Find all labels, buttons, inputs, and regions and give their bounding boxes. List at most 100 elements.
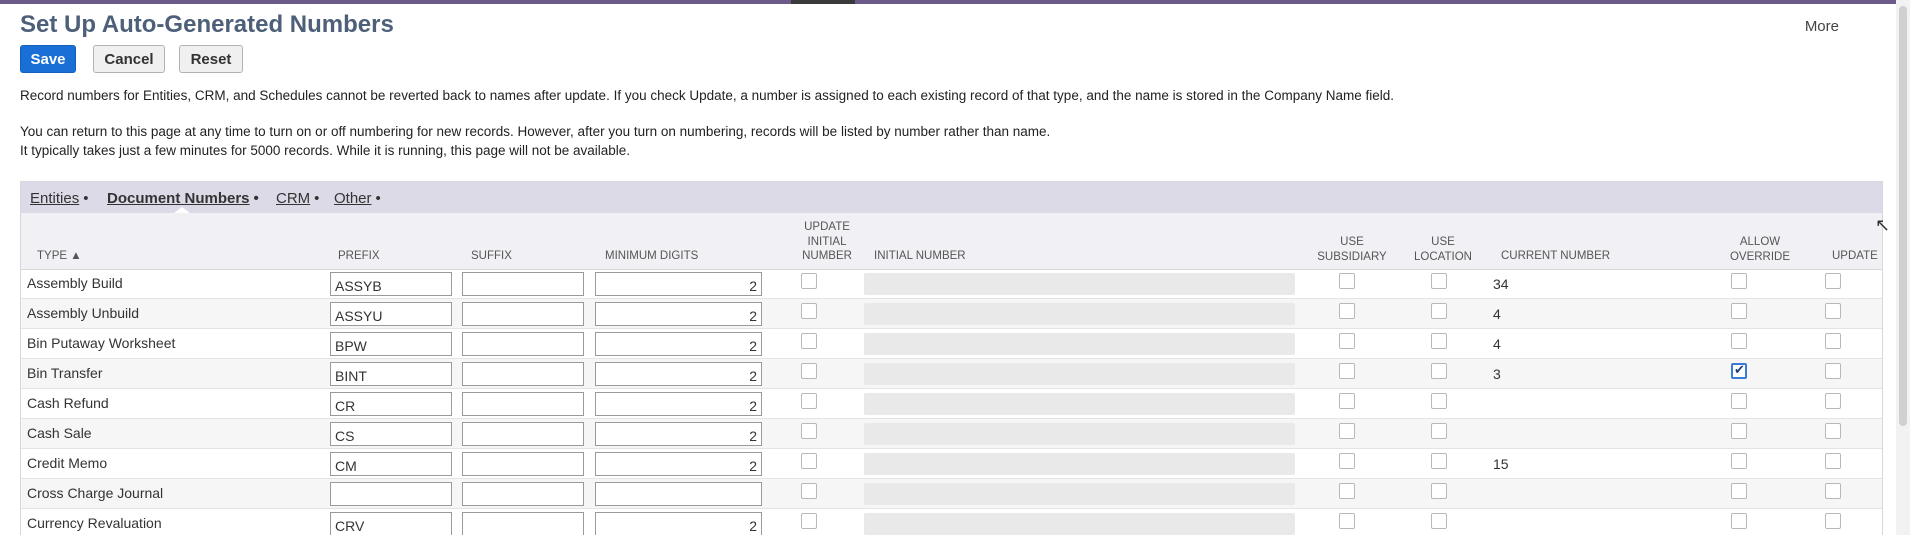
update-initial-number-checkbox[interactable] [801, 483, 817, 499]
prefix-input[interactable] [330, 392, 452, 416]
scrollbar-thumb[interactable] [1899, 6, 1907, 426]
prefix-input[interactable] [330, 302, 452, 326]
allow-override-checkbox[interactable] [1731, 363, 1747, 379]
suffix-input[interactable] [462, 392, 584, 416]
update-checkbox[interactable] [1825, 513, 1841, 529]
allow-override-checkbox[interactable] [1731, 333, 1747, 349]
column-header-use-location[interactable]: USE LOCATION [1413, 235, 1473, 264]
row-type-label: Credit Memo [27, 455, 108, 471]
use-location-checkbox[interactable] [1431, 483, 1447, 499]
save-button[interactable]: Save [20, 45, 76, 73]
use-location-checkbox[interactable] [1431, 423, 1447, 439]
use-location-checkbox[interactable] [1431, 303, 1447, 319]
suffix-input[interactable] [462, 452, 584, 476]
reset-button[interactable]: Reset [179, 45, 243, 73]
allow-override-checkbox[interactable] [1731, 273, 1747, 289]
use-subsidiary-checkbox[interactable] [1339, 483, 1355, 499]
suffix-input[interactable] [462, 302, 584, 326]
minimum-digits-input[interactable] [595, 512, 762, 535]
use-subsidiary-checkbox[interactable] [1339, 333, 1355, 349]
minimum-digits-input[interactable] [595, 302, 762, 326]
minimum-digits-input[interactable] [595, 482, 762, 506]
suffix-input[interactable] [462, 512, 584, 535]
prefix-input[interactable] [330, 362, 452, 386]
column-header-use-subsidiary[interactable]: USE SUBSIDIARY [1317, 235, 1387, 264]
column-header-initial-number[interactable]: INITIAL NUMBER [874, 249, 966, 264]
suffix-input[interactable] [462, 362, 584, 386]
prefix-input[interactable] [330, 422, 452, 446]
prefix-input[interactable] [330, 482, 452, 506]
use-subsidiary-checkbox[interactable] [1339, 273, 1355, 289]
minimum-digits-input[interactable] [595, 452, 762, 476]
use-subsidiary-checkbox[interactable] [1339, 423, 1355, 439]
use-location-checkbox[interactable] [1431, 453, 1447, 469]
table-row: Credit Memo 15 [21, 449, 1882, 479]
initial-number-field [864, 333, 1295, 355]
allow-override-checkbox[interactable] [1731, 513, 1747, 529]
use-subsidiary-checkbox[interactable] [1339, 393, 1355, 409]
column-header-prefix[interactable]: PREFIX [338, 249, 380, 264]
update-checkbox[interactable] [1825, 303, 1841, 319]
column-header-allow-override[interactable]: ALLOW OVERRIDE [1725, 235, 1795, 264]
suffix-input[interactable] [462, 332, 584, 356]
header-line: NUMBER [802, 250, 852, 262]
use-location-checkbox[interactable] [1431, 333, 1447, 349]
update-checkbox[interactable] [1825, 393, 1841, 409]
update-initial-number-checkbox[interactable] [801, 423, 817, 439]
minimum-digits-input[interactable] [595, 422, 762, 446]
tab-crm[interactable]: CRM • [276, 190, 319, 207]
more-menu-button[interactable]: More [1805, 18, 1839, 35]
use-location-checkbox[interactable] [1431, 273, 1447, 289]
update-checkbox[interactable] [1825, 273, 1841, 289]
tab-entities[interactable]: Entities • [30, 190, 88, 207]
allow-override-checkbox[interactable] [1731, 393, 1747, 409]
use-location-checkbox[interactable] [1431, 513, 1447, 529]
minimum-digits-input[interactable] [595, 392, 762, 416]
update-initial-number-checkbox[interactable] [801, 333, 817, 349]
tab-label: Document Numbers [107, 190, 250, 207]
update-checkbox[interactable] [1825, 453, 1841, 469]
use-subsidiary-checkbox[interactable] [1339, 453, 1355, 469]
minimum-digits-input[interactable] [595, 362, 762, 386]
allow-override-checkbox[interactable] [1731, 423, 1747, 439]
suffix-input[interactable] [462, 422, 584, 446]
allow-override-checkbox[interactable] [1731, 483, 1747, 499]
use-subsidiary-checkbox[interactable] [1339, 363, 1355, 379]
prefix-input[interactable] [330, 272, 452, 296]
column-header-minimum-digits[interactable]: MINIMUM DIGITS [605, 249, 698, 264]
prefix-input[interactable] [330, 332, 452, 356]
top-accent-bar [0, 0, 1910, 4]
allow-override-checkbox[interactable] [1731, 303, 1747, 319]
column-header-suffix[interactable]: SUFFIX [471, 249, 512, 264]
column-header-current-number[interactable]: CURRENT NUMBER [1501, 249, 1610, 264]
minimum-digits-input[interactable] [595, 332, 762, 356]
page-scrollbar[interactable] [1896, 0, 1910, 535]
use-location-checkbox[interactable] [1431, 363, 1447, 379]
suffix-input[interactable] [462, 482, 584, 506]
update-checkbox[interactable] [1825, 483, 1841, 499]
suffix-input[interactable] [462, 272, 584, 296]
current-number-value: 15 [1493, 456, 1509, 472]
tab-document-numbers[interactable]: Document Numbers • [107, 190, 259, 207]
update-initial-number-checkbox[interactable] [801, 363, 817, 379]
column-header-type[interactable]: TYPE ▲ [37, 249, 82, 264]
column-header-update[interactable]: UPDATE [1832, 249, 1878, 264]
use-location-checkbox[interactable] [1431, 393, 1447, 409]
update-initial-number-checkbox[interactable] [801, 273, 817, 289]
update-initial-number-checkbox[interactable] [801, 513, 817, 529]
update-initial-number-checkbox[interactable] [801, 303, 817, 319]
update-checkbox[interactable] [1825, 423, 1841, 439]
prefix-input[interactable] [330, 452, 452, 476]
update-checkbox[interactable] [1825, 333, 1841, 349]
cancel-button[interactable]: Cancel [93, 45, 165, 73]
allow-override-checkbox[interactable] [1731, 453, 1747, 469]
update-initial-number-checkbox[interactable] [801, 453, 817, 469]
use-subsidiary-checkbox[interactable] [1339, 513, 1355, 529]
minimum-digits-input[interactable] [595, 272, 762, 296]
update-checkbox[interactable] [1825, 363, 1841, 379]
update-initial-number-checkbox[interactable] [801, 393, 817, 409]
prefix-input[interactable] [330, 512, 452, 535]
tab-other[interactable]: Other • [334, 190, 381, 207]
column-header-update-initial-number[interactable]: UPDATE INITIAL NUMBER [787, 220, 867, 264]
use-subsidiary-checkbox[interactable] [1339, 303, 1355, 319]
